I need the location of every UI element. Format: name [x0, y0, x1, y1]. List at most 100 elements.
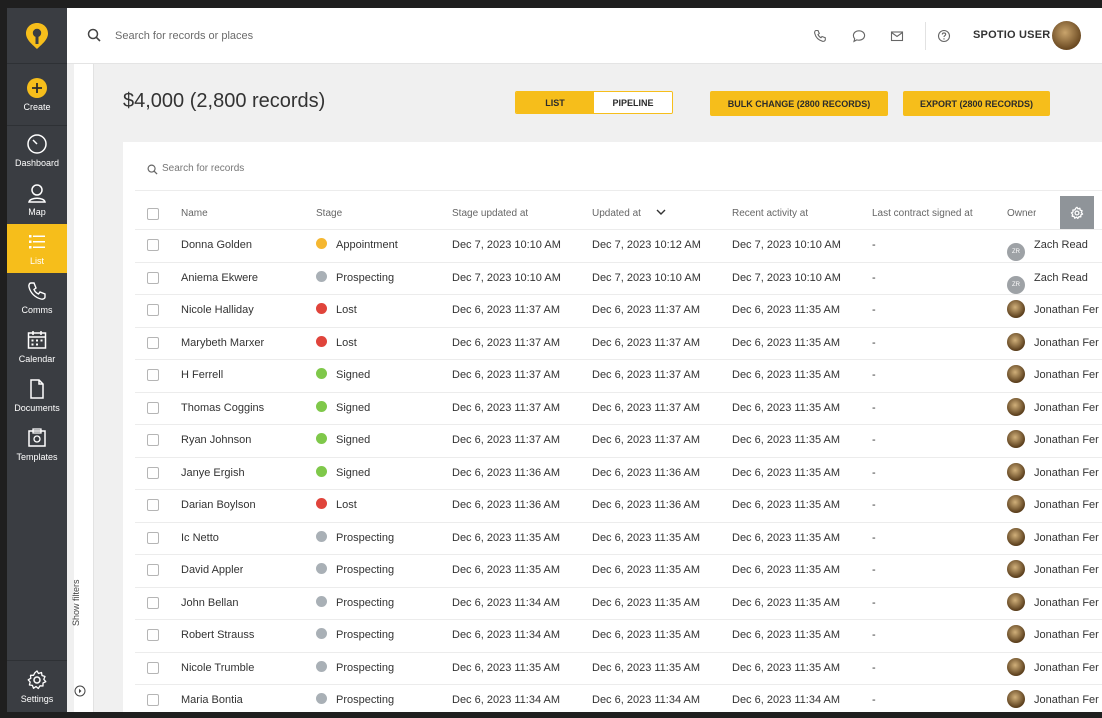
table-row[interactable]: Nicole Halliday Lost Dec 6, 2023 11:37 AM D…: [135, 294, 1102, 327]
row-checkbox[interactable]: [147, 336, 159, 349]
record-name[interactable]: David Appler: [181, 555, 243, 586]
select-all-checkbox[interactable]: [147, 208, 159, 220]
record-name[interactable]: H Ferrell: [181, 360, 223, 391]
column-header-name[interactable]: Name: [181, 200, 208, 228]
record-name[interactable]: Ic Netto: [181, 523, 219, 554]
row-checkbox[interactable]: [147, 239, 159, 251]
table-row[interactable]: Darian Boylson Lost Dec 6, 2023 11:36 AM De…: [135, 489, 1102, 522]
record-name[interactable]: Nicole Halliday: [181, 295, 254, 326]
phone-icon[interactable]: [811, 27, 829, 45]
show-filters-label[interactable]: Show filters: [71, 579, 81, 626]
table-row[interactable]: Robert Strauss Prospecting Dec 6, 2023 11:…: [135, 619, 1102, 652]
help-icon[interactable]: [935, 27, 953, 45]
record-name[interactable]: John Bellan: [181, 588, 239, 619]
column-header-last-contract[interactable]: Last contract signed at: [872, 200, 973, 228]
global-search-input[interactable]: [115, 26, 415, 46]
column-header-updated[interactable]: Updated at: [592, 200, 666, 228]
row-checkbox[interactable]: [147, 304, 159, 316]
row-checkbox[interactable]: [147, 694, 159, 706]
owner-cell: Jonathan Fer: [1007, 620, 1102, 651]
recent-activity-cell: Dec 6, 2023 11:35 AM: [732, 304, 841, 316]
stage-cell: Prospecting: [316, 653, 394, 684]
bulk-change-button[interactable]: BULK CHANGE (2800 RECORDS): [710, 91, 888, 116]
row-checkbox[interactable]: [147, 661, 159, 674]
logo[interactable]: [7, 8, 67, 64]
table-row[interactable]: Thomas Coggins Signed Dec 6, 2023 11:37 AM…: [135, 391, 1102, 425]
sidebar-item-create[interactable]: Create: [7, 64, 67, 126]
owner-name: Jonathan Fer: [1034, 564, 1099, 576]
column-settings-button[interactable]: [1060, 196, 1094, 230]
stage-updated-cell: Dec 6, 2023 11:35 AM: [452, 661, 561, 674]
sidebar-item-comms[interactable]: Comms: [7, 273, 67, 322]
mail-icon[interactable]: [888, 27, 906, 45]
stage-status-dot: [316, 530, 327, 542]
record-name[interactable]: Maria Bontia: [181, 685, 243, 712]
stage-label: Signed: [336, 466, 371, 479]
row-checkbox[interactable]: [147, 564, 159, 576]
owner-avatar: [1007, 462, 1025, 481]
gear-icon: [1070, 206, 1084, 220]
row-checkbox[interactable]: [147, 499, 159, 511]
row-checkbox[interactable]: [147, 466, 159, 479]
chat-icon[interactable]: [850, 27, 868, 45]
owner-name: Zach Read: [1034, 239, 1088, 251]
pipeline-view-button[interactable]: PIPELINE: [594, 92, 672, 113]
table-row[interactable]: David Appler Prospecting Dec 6, 2023 11:35…: [135, 554, 1102, 587]
sidebar-item-calendar[interactable]: Calendar: [7, 322, 67, 371]
record-name[interactable]: Janye Ergish: [181, 458, 245, 489]
row-checkbox[interactable]: [147, 401, 159, 414]
last-contract-cell: -: [872, 661, 876, 674]
record-name[interactable]: Thomas Coggins: [181, 393, 264, 424]
record-name[interactable]: Aniema Ekwere: [181, 263, 258, 294]
user-name[interactable]: SPOTIO USER: [973, 29, 1050, 41]
record-name[interactable]: Ryan Johnson: [181, 425, 251, 456]
column-header-recent-activity[interactable]: Recent activity at: [732, 200, 808, 228]
row-checkbox[interactable]: [147, 596, 159, 609]
row-checkbox[interactable]: [147, 434, 159, 446]
last-contract-cell: -: [872, 401, 876, 414]
row-checkbox[interactable]: [147, 629, 159, 641]
table-row[interactable]: Ryan Johnson Signed Dec 6, 2023 11:37 AM De…: [135, 424, 1102, 457]
table-row[interactable]: Aniema Ekwere Prospecting Dec 7, 2023 10:1…: [135, 261, 1102, 295]
table-row[interactable]: Janye Ergish Signed Dec 6, 2023 11:36 AM De…: [135, 456, 1102, 490]
last-contract-cell: -: [872, 629, 876, 641]
sidebar-item-label: Dashboard: [14, 158, 60, 168]
sidebar-item-documents[interactable]: Documents: [7, 371, 67, 420]
record-name[interactable]: Marybeth Marxer: [181, 328, 264, 359]
record-name[interactable]: Darian Boylson: [181, 490, 256, 521]
stage-label: Lost: [336, 499, 357, 511]
phone-icon: [26, 280, 48, 302]
table-row[interactable]: Maria Bontia Prospecting Dec 6, 2023 11:34…: [135, 684, 1102, 712]
expand-filters-icon[interactable]: [74, 684, 86, 702]
row-checkbox[interactable]: [147, 369, 159, 381]
user-avatar[interactable]: [1052, 21, 1081, 50]
record-name[interactable]: Nicole Trumble: [181, 653, 254, 684]
table-row[interactable]: Marybeth Marxer Lost Dec 6, 2023 11:37 AM D…: [135, 326, 1102, 360]
stage-label: Prospecting: [336, 271, 395, 284]
table-row[interactable]: Ic Netto Prospecting Dec 6, 2023 11:35 AM D…: [135, 521, 1102, 555]
record-name[interactable]: Donna Golden: [181, 230, 252, 261]
record-name[interactable]: Robert Strauss: [181, 620, 254, 651]
table-row[interactable]: Donna Golden Appointment Dec 7, 2023 10:10…: [135, 229, 1102, 262]
sidebar-item-map[interactable]: Map: [7, 175, 67, 224]
table-row[interactable]: H Ferrell Signed Dec 6, 2023 11:37 AM Dec 6…: [135, 359, 1102, 392]
row-checkbox[interactable]: [147, 531, 159, 544]
column-header-stage[interactable]: Stage: [316, 200, 342, 228]
sidebar-item-dashboard[interactable]: Dashboard: [7, 126, 67, 175]
table-row[interactable]: John Bellan Prospecting Dec 6, 2023 11:34 …: [135, 586, 1102, 620]
records-search-input[interactable]: [162, 158, 462, 178]
sidebar-item-list[interactable]: List: [7, 224, 67, 273]
stage-cell: Prospecting: [316, 620, 394, 651]
column-header-stage-updated[interactable]: Stage updated at: [452, 200, 528, 228]
export-button[interactable]: EXPORT (2800 RECORDS): [903, 91, 1050, 116]
stage-updated-cell: Dec 6, 2023 11:35 AM: [452, 531, 561, 544]
row-checkbox[interactable]: [147, 271, 159, 284]
recent-activity-cell: Dec 6, 2023 11:35 AM: [732, 531, 841, 544]
list-view-button[interactable]: LIST: [516, 92, 594, 113]
column-header-owner[interactable]: Owner: [1007, 200, 1036, 228]
table-row[interactable]: Nicole Trumble Prospecting Dec 6, 2023 11:…: [135, 651, 1102, 685]
owner-avatar: [1007, 300, 1025, 318]
sidebar-item-templates[interactable]: Templates: [7, 420, 67, 469]
recent-activity-cell: Dec 7, 2023 10:10 AM: [732, 239, 841, 251]
sidebar-item-settings[interactable]: Settings: [7, 660, 67, 712]
